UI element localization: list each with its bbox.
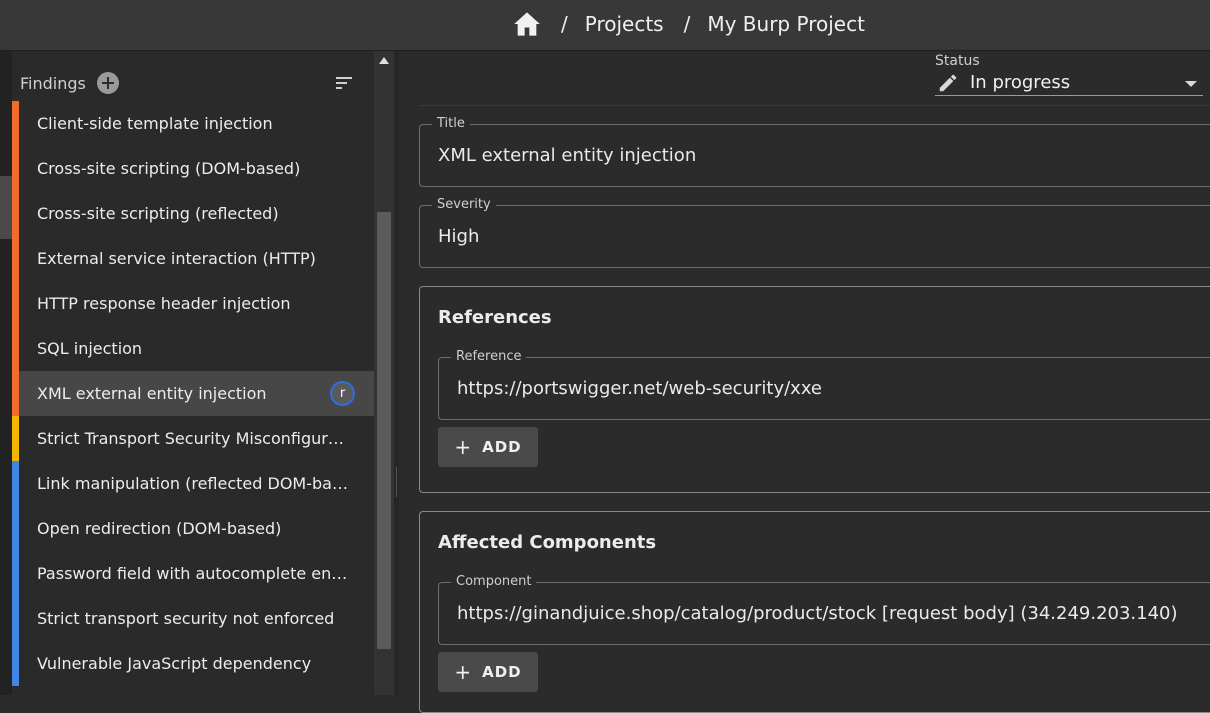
pencil-icon (939, 74, 957, 92)
reference-field-value: https://portswigger.net/web-security/xxe (457, 378, 822, 399)
reference-field[interactable]: Reference https://portswigger.net/web-se… (438, 349, 1210, 420)
finding-label: External service interaction (HTTP) (37, 249, 316, 268)
severity-field-value: High (438, 226, 480, 247)
finding-item[interactable]: Strict Transport Security Misconfigurati… (12, 416, 374, 461)
add-reference-label: ADD (482, 438, 522, 456)
finding-item[interactable]: Link manipulation (reflected DOM-based) (12, 461, 374, 506)
severity-indicator (12, 236, 19, 281)
scroll-thumb[interactable] (377, 212, 391, 649)
status-select: Status In progress (935, 51, 1203, 97)
divider-line (419, 105, 1210, 106)
component-field-value: https://ginandjuice.shop/catalog/product… (457, 603, 1178, 624)
severity-indicator (12, 416, 19, 461)
breadcrumb-separator: / (683, 12, 691, 36)
home-icon[interactable] (513, 10, 541, 38)
references-heading: References (438, 307, 552, 328)
severity-indicator (12, 371, 19, 416)
finding-item[interactable]: XML external entity injection r (12, 371, 374, 416)
severity-indicator (12, 326, 19, 371)
plus-icon: + (454, 660, 473, 684)
reference-field-label: Reference (451, 349, 527, 364)
finding-item[interactable]: Password field with autocomplete enabled (12, 551, 374, 596)
finding-label: Strict transport security not enforced (37, 609, 335, 628)
finding-item[interactable]: SQL injection (12, 326, 374, 371)
status-dropdown[interactable]: In progress (935, 71, 1203, 96)
finding-item[interactable]: Cross-site scripting (reflected) (12, 191, 374, 236)
affected-components-card: Affected Components Component https://gi… (419, 511, 1210, 713)
finding-item[interactable]: Cross-site scripting (DOM-based) (12, 146, 374, 191)
findings-header: Findings (20, 71, 119, 95)
severity-field-label: Severity (432, 197, 496, 212)
sidebar-scrollbar[interactable] (374, 51, 394, 695)
status-value: In progress (970, 72, 1071, 93)
chevron-down-icon (1185, 81, 1197, 87)
component-field[interactable]: Component https://ginandjuice.shop/catal… (438, 574, 1210, 645)
avatar: r (330, 381, 355, 406)
finding-item[interactable]: Vulnerable JavaScript dependency (12, 641, 374, 686)
finding-item[interactable]: Client-side template injection (12, 101, 374, 146)
affected-components-heading: Affected Components (438, 532, 657, 553)
severity-indicator (12, 101, 19, 146)
sort-icon[interactable] (334, 74, 354, 92)
finding-label: XML external entity injection (37, 384, 267, 403)
finding-label: Client-side template injection (37, 114, 273, 133)
breadcrumb-current-project: My Burp Project (707, 12, 865, 36)
severity-indicator (12, 551, 19, 596)
component-field-label: Component (451, 574, 537, 589)
severity-indicator (12, 596, 19, 641)
finding-label: HTTP response header injection (37, 294, 291, 313)
breadcrumb-projects[interactable]: Projects (585, 12, 664, 36)
finding-label: Strict Transport Security Misconfigurati… (37, 429, 353, 448)
breadcrumb-separator: / (561, 12, 568, 36)
add-component-button[interactable]: + ADD (438, 652, 538, 692)
title-field-value: XML external entity injection (438, 145, 697, 166)
scroll-up-icon[interactable] (379, 57, 389, 64)
title-field-label: Title (432, 116, 470, 131)
finding-label: SQL injection (37, 339, 143, 358)
finding-item[interactable]: External service interaction (HTTP) (12, 236, 374, 281)
severity-indicator (12, 641, 19, 686)
severity-field[interactable]: Severity High (419, 197, 1210, 268)
add-reference-button[interactable]: + ADD (438, 427, 538, 467)
finding-label: Cross-site scripting (reflected) (37, 204, 279, 223)
finding-label: Cross-site scripting (DOM-based) (37, 159, 301, 178)
severity-indicator (12, 281, 19, 326)
severity-indicator (12, 506, 19, 551)
breadcrumb: / Projects / My Burp Project (513, 0, 865, 48)
finding-item[interactable]: Strict transport security not enforced (12, 596, 374, 641)
title-field[interactable]: Title XML external entity injection (419, 116, 1210, 187)
severity-indicator (12, 461, 19, 506)
finding-label: Open redirection (DOM-based) (37, 519, 282, 538)
add-component-label: ADD (482, 663, 522, 681)
finding-label: Link manipulation (reflected DOM-based) (37, 474, 353, 493)
finding-label: Vulnerable JavaScript dependency (37, 654, 312, 673)
references-card: References Reference https://portswigger… (419, 286, 1210, 493)
add-finding-button[interactable] (96, 72, 119, 94)
plus-icon: + (454, 435, 473, 459)
finding-item[interactable]: Open redirection (DOM-based) (12, 506, 374, 551)
findings-list: Client-side template injection Cross-site… (12, 101, 374, 686)
findings-title: Findings (20, 73, 86, 93)
severity-indicator (12, 146, 19, 191)
status-label: Status (935, 53, 980, 69)
severity-indicator (12, 191, 19, 236)
finding-item[interactable]: HTTP response header injection (12, 281, 374, 326)
top-bar: / Projects / My Burp Project (0, 0, 1210, 51)
left-strip (0, 51, 12, 695)
finding-label: Password field with autocomplete enabled (37, 564, 353, 583)
plus-icon (101, 77, 114, 89)
